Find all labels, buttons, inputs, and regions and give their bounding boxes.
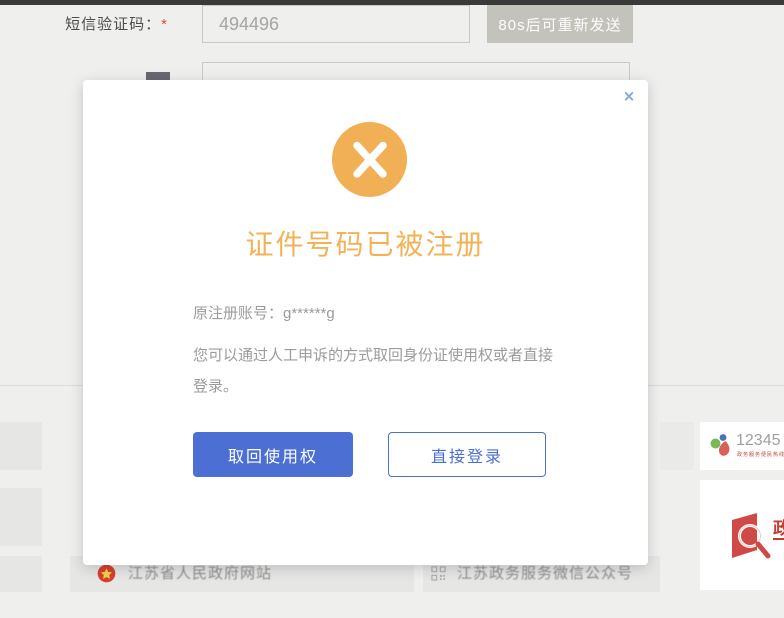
sms-code-label-text: 短信验证码： <box>65 16 161 33</box>
footer-block <box>660 422 694 470</box>
footer-block <box>0 422 42 470</box>
required-asterisk: * <box>161 16 168 33</box>
original-account-text: 原注册账号：g******g <box>193 302 335 323</box>
national-emblem-icon <box>97 564 116 588</box>
resend-code-button[interactable]: 80s后可重新发送 <box>487 5 633 43</box>
reclaim-usage-button[interactable]: 取回使用权 <box>193 432 353 477</box>
hotline-12345-logo-card[interactable]: 12345 政务服务便民热线 <box>700 422 784 470</box>
gov-logo-underline <box>773 538 784 540</box>
dialog-description: 您可以通过人工申诉的方式取回身份证使用权或者直接登录。 <box>193 340 565 402</box>
hotline-logo-icon <box>708 433 734 464</box>
direct-login-button[interactable]: 直接登录 <box>388 432 546 477</box>
gov-service-logo-icon <box>730 512 772 567</box>
footer-block <box>0 488 42 546</box>
sms-code-label: 短信验证码：* <box>0 13 168 34</box>
registered-id-dialog: × 证件号码已被注册 原注册账号：g******g 您可以通过人工申诉的方式取回… <box>83 80 648 565</box>
hidden-label-fragment <box>146 72 170 80</box>
screen: 短信验证码：* 80s后可重新发送 江苏省人民政府网站 <box>0 0 784 618</box>
hotline-logo-caption: 政务服务便民热线 <box>737 451 784 458</box>
error-circle-x-icon <box>332 122 407 202</box>
qr-code-icon <box>431 566 446 586</box>
dialog-title: 证件号码已被注册 <box>83 223 648 263</box>
hotline-logo-number: 12345 <box>736 432 781 450</box>
close-icon[interactable]: × <box>619 86 639 106</box>
footer-block <box>0 556 42 592</box>
gov-logo-character: 政 <box>773 514 784 539</box>
gov-service-logo-card[interactable]: 政 <box>700 480 784 590</box>
sms-code-input[interactable] <box>202 5 470 43</box>
